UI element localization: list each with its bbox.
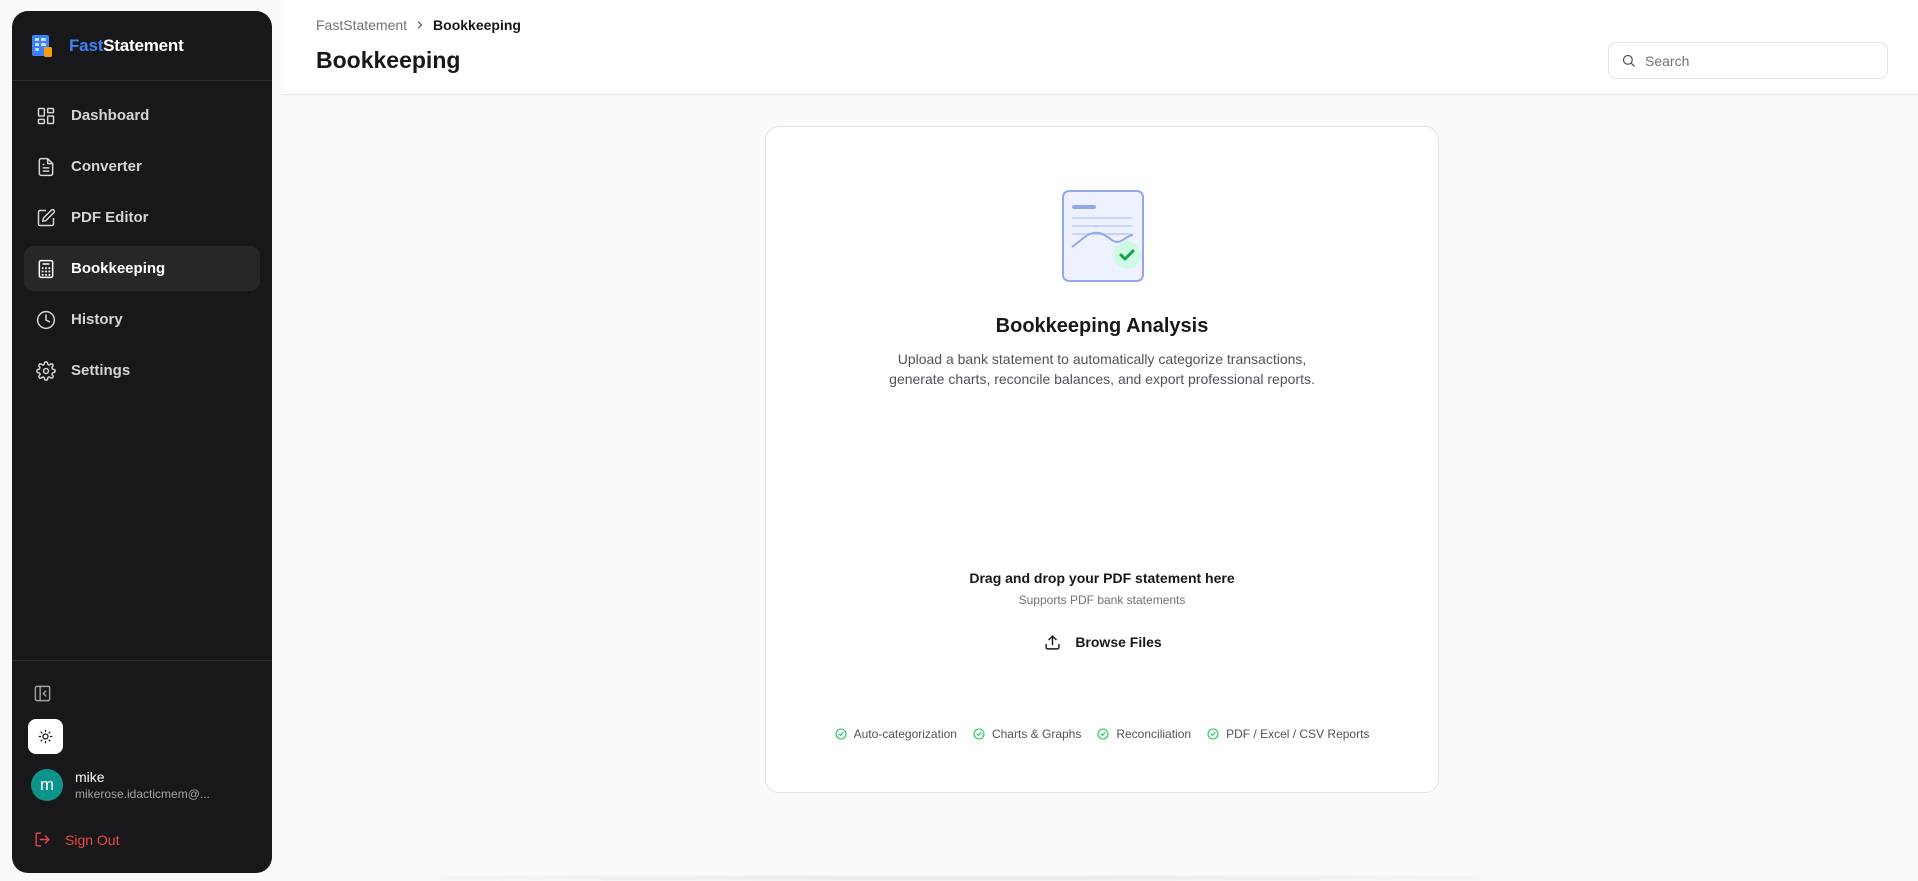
bottom-edge-shadow	[440, 875, 1480, 881]
feature-list: Auto-categorization Charts & Graphs Reco…	[766, 727, 1438, 741]
user-name: mike	[75, 769, 105, 785]
statement-illustration-icon	[1061, 189, 1145, 283]
feature-label: Reconciliation	[1116, 727, 1192, 741]
feature-item: Reconciliation	[1097, 727, 1191, 741]
drop-zone-subtitle: Supports PDF bank statements	[1018, 593, 1186, 607]
panel-collapse-icon	[34, 685, 50, 701]
theme-toggle-button[interactable]	[28, 719, 63, 754]
user-info: mike mikerose.idacticmem@...	[75, 769, 215, 801]
clock-icon	[36, 310, 56, 329]
sidebar-item-label: Converter	[71, 158, 142, 175]
calculator-icon	[38, 259, 54, 278]
drop-zone-title: Drag and drop your PDF statement here	[969, 570, 1235, 586]
dashboard-grid-icon	[37, 107, 55, 124]
user-profile[interactable]: m mike mikerose.idacticmem@...	[31, 769, 215, 801]
browse-files-label: Browse Files	[1075, 634, 1162, 650]
sidebar-item-dashboard[interactable]: Dashboard	[24, 93, 260, 138]
sidebar-item-label: PDF Editor	[71, 209, 149, 226]
card-description-line: Upload a bank statement to automatically…	[897, 351, 1307, 367]
check-circle-icon	[1207, 728, 1219, 740]
sidebar: FastStatement Dashboard Converter PDF Ed…	[12, 11, 272, 873]
sidebar-item-converter[interactable]: Converter	[24, 144, 260, 189]
edit-icon	[37, 208, 56, 226]
user-email: mikerose.idacticmem@...	[75, 787, 210, 801]
brand[interactable]: FastStatement	[12, 11, 272, 81]
card-description: Upload a bank statement to automatically…	[766, 349, 1438, 389]
breadcrumb-current: Bookkeeping	[433, 17, 521, 33]
sidebar-item-label: Dashboard	[71, 107, 150, 124]
search-input[interactable]	[1645, 52, 1875, 69]
log-out-icon	[35, 832, 50, 847]
sidebar-item-label: Settings	[71, 362, 131, 379]
sidebar-item-pdf-editor[interactable]: PDF Editor	[24, 195, 260, 240]
check-circle-icon	[1097, 728, 1109, 740]
sidebar-item-history[interactable]: History	[24, 297, 260, 342]
avatar: m	[31, 769, 63, 801]
card-title: Bookkeeping Analysis	[995, 315, 1209, 337]
sign-out-label: Sign Out	[65, 831, 120, 848]
sidebar-footer: m mike mikerose.idacticmem@... Sign Out	[12, 660, 272, 873]
sidebar-item-label: Bookkeeping	[71, 260, 166, 277]
check-circle-icon	[835, 728, 847, 740]
upload-icon	[1045, 634, 1060, 650]
feature-label: PDF / Excel / CSV Reports	[1226, 727, 1370, 741]
sidebar-item-settings[interactable]: Settings	[24, 348, 260, 393]
sidebar-nav: Dashboard Converter PDF Editor Bookkeepi…	[12, 81, 272, 393]
search-box[interactable]	[1608, 42, 1888, 79]
app-logo-icon	[29, 33, 55, 59]
feature-label: Auto-categorization	[853, 727, 957, 741]
brand-name-part1: Fast	[69, 35, 104, 55]
page-header: FastStatement Bookkeeping Bookkeeping	[283, 0, 1918, 95]
breadcrumb-root-link[interactable]: FastStatement	[316, 17, 407, 33]
sign-out-button[interactable]: Sign Out	[34, 831, 119, 848]
feature-label: Charts & Graphs	[991, 727, 1082, 741]
file-text-icon	[38, 157, 54, 176]
brand-name-part2: Statement	[103, 35, 184, 55]
check-circle-icon	[973, 728, 985, 740]
upload-card: Bookkeeping Analysis Upload a bank state…	[765, 126, 1439, 793]
feature-item: Charts & Graphs	[973, 727, 1081, 741]
breadcrumb: FastStatement Bookkeeping	[316, 17, 521, 33]
page-title: Bookkeeping	[316, 47, 461, 73]
feature-item: PDF / Excel / CSV Reports	[1207, 727, 1369, 741]
collapse-sidebar-button[interactable]	[31, 682, 53, 704]
search-icon	[1622, 54, 1635, 67]
sun-icon	[38, 729, 53, 744]
gear-icon	[36, 360, 56, 381]
sidebar-item-label: History	[71, 311, 123, 328]
chevron-right-icon	[414, 19, 426, 31]
feature-item: Auto-categorization	[835, 727, 957, 741]
brand-name: FastStatement	[69, 36, 184, 56]
card-description-line: generate charts, reconcile balances, and…	[889, 371, 1315, 387]
sidebar-item-bookkeeping[interactable]: Bookkeeping	[24, 246, 260, 291]
browse-files-button[interactable]: Browse Files	[1041, 627, 1165, 657]
